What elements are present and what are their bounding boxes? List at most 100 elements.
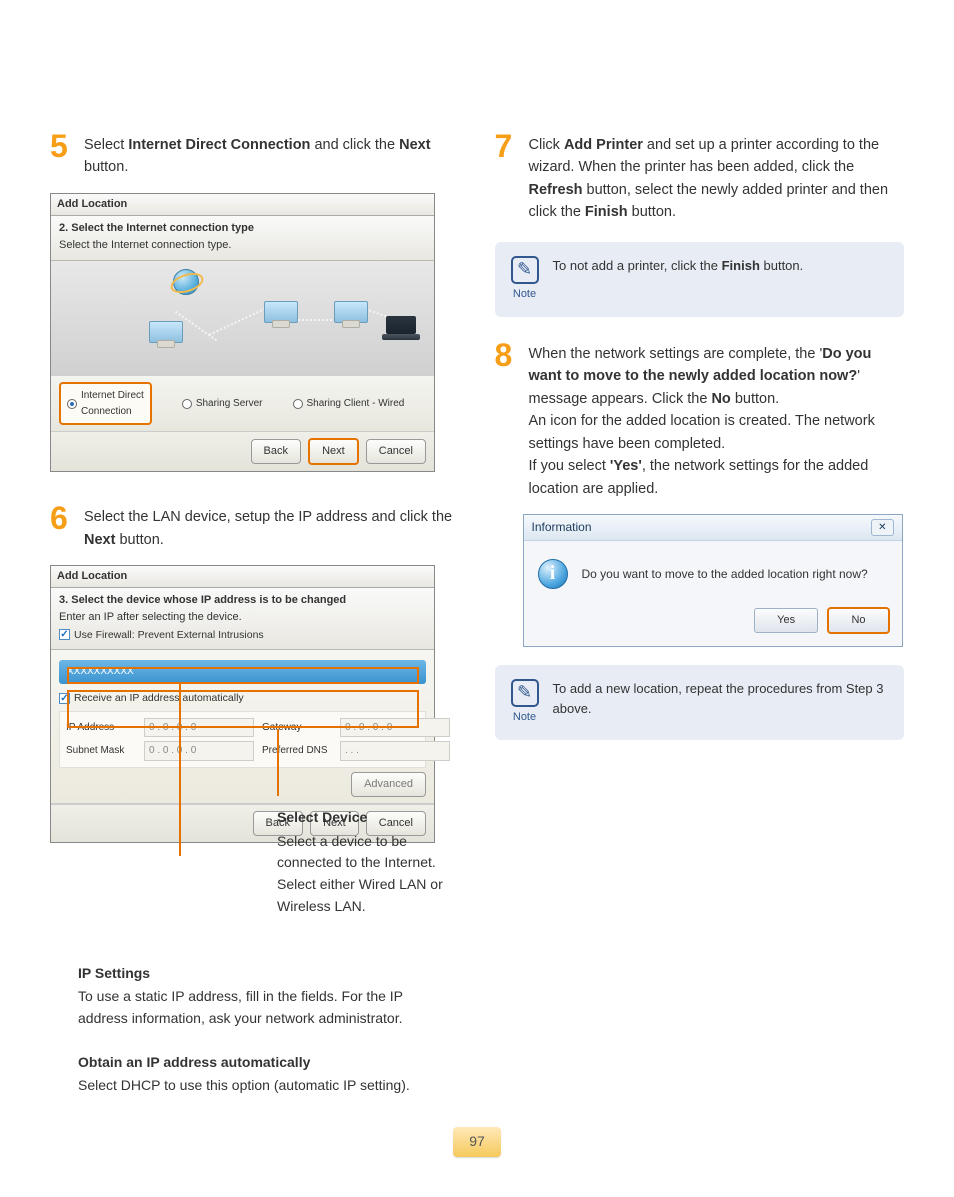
page-number: 97: [453, 1127, 501, 1157]
t: button, select the newly added printer a…: [529, 182, 889, 220]
wizard-step-desc: Enter an IP after selecting the device.: [59, 609, 426, 626]
info-icon: i: [538, 559, 568, 589]
step-7-number: 7: [495, 130, 519, 224]
callout-leader-line: [179, 682, 181, 856]
next-button[interactable]: Next: [308, 438, 359, 465]
t: To not add a printer, click the: [553, 258, 722, 273]
info-message: Do you want to move to the added locatio…: [582, 565, 868, 584]
step-5-number: 5: [50, 130, 74, 179]
t: Next: [84, 532, 115, 548]
t: Finish: [585, 204, 628, 220]
pc-icon: [331, 301, 371, 335]
note-icon: ✎ Note: [511, 256, 539, 303]
note-box: ✎ Note To not add a printer, click the F…: [495, 242, 905, 317]
note-label: Note: [511, 286, 539, 303]
step-6-number: 6: [50, 502, 74, 551]
t: 'Yes': [610, 458, 642, 474]
info-footer: Yes No: [524, 599, 902, 646]
wizard-title: Add Location: [51, 566, 434, 588]
t: button.: [731, 391, 779, 407]
step-6: 6 Select the LAN device, setup the IP ad…: [50, 502, 460, 551]
wizard-step-title: 3. Select the device whose IP address is…: [59, 592, 426, 609]
information-dialog: Information ✕ i Do you want to move to t…: [523, 514, 903, 647]
yes-button[interactable]: Yes: [754, 608, 818, 633]
t: Add Printer: [564, 137, 643, 153]
info-titlebar: Information ✕: [524, 515, 902, 541]
t: Connection: [81, 406, 132, 417]
wizard-subheader: 3. Select the device whose IP address is…: [51, 588, 434, 650]
wizard-footer: Back Next Cancel: [51, 431, 434, 471]
radio-icon: [293, 399, 303, 409]
t: If you select: [529, 458, 610, 474]
annot-ip-settings: IP Settings To use a static IP address, …: [78, 963, 430, 1030]
lbl-dns: Preferred DNS: [262, 743, 332, 759]
t: Select the LAN device, setup the IP addr…: [84, 509, 452, 525]
option-sharing-server[interactable]: Sharing Server: [182, 396, 263, 412]
option-internet-direct[interactable]: Internet Direct Connection: [59, 382, 152, 425]
wizard-topology: [51, 261, 434, 376]
t: button.: [628, 204, 676, 220]
t: To use a static IP address, fill in the …: [78, 986, 430, 1029]
option-sharing-client-wired[interactable]: Sharing Client - Wired: [293, 396, 405, 412]
laptop-icon: [381, 316, 421, 342]
step-7-text: Click Add Printer and set up a printer a…: [529, 130, 905, 224]
t: Select: [84, 137, 128, 153]
wizard-options: Internet Direct Connection Sharing Server…: [51, 376, 434, 431]
annot-auto-ip: Obtain an IP address automatically Selec…: [78, 1052, 430, 1097]
t: No: [711, 391, 730, 407]
close-button[interactable]: ✕: [871, 519, 893, 537]
wizard6-frame: Add Location 3. Select the device whose …: [50, 565, 435, 843]
t: Select a device to be connected to the I…: [277, 831, 467, 918]
t: When the network settings are complete, …: [529, 346, 823, 362]
info-title-text: Information: [532, 518, 592, 537]
t: Internet Direct Connection: [128, 137, 310, 153]
t: Internet Direct: [81, 390, 144, 401]
dns-field[interactable]: . . .: [340, 741, 450, 761]
radio-icon: [182, 399, 192, 409]
wizard-step-desc: Select the Internet connection type.: [59, 237, 426, 254]
step-8: 8 When the network settings are complete…: [495, 339, 905, 500]
step-8-text: When the network settings are complete, …: [529, 339, 905, 500]
internet-icon: [173, 269, 199, 295]
t: Select Device: [277, 807, 467, 829]
info-body: i Do you want to move to the added locat…: [524, 541, 902, 599]
t: Finish: [722, 258, 760, 273]
t: Sharing Server: [196, 396, 263, 412]
left-column: 5 Select Internet Direct Connection and …: [50, 130, 460, 1097]
pencil-icon: ✎: [511, 256, 539, 284]
callout-leader-line: [277, 729, 279, 796]
step-8-number: 8: [495, 339, 519, 500]
firewall-checkbox[interactable]: ✓Use Firewall: Prevent External Intrusio…: [59, 627, 264, 643]
t: button.: [760, 258, 803, 273]
back-button[interactable]: Back: [251, 439, 301, 464]
cancel-button[interactable]: Cancel: [366, 439, 426, 464]
wizard-step-title: 2. Select the Internet connection type: [59, 220, 426, 237]
radio-icon: [67, 399, 77, 409]
pc-icon: [146, 321, 186, 355]
note-text: To not add a printer, click the Finish b…: [553, 256, 804, 276]
step-5-text: Select Internet Direct Connection and cl…: [84, 130, 460, 179]
t: Use Firewall: Prevent External Intrusion…: [74, 627, 264, 643]
t: IP Settings: [78, 963, 430, 985]
t: Click: [529, 137, 564, 153]
add-location-wizard-step2: Add Location 2. Select the Internet conn…: [50, 193, 435, 472]
t: button.: [115, 532, 163, 548]
step-5: 5 Select Internet Direct Connection and …: [50, 130, 460, 179]
wizard-subheader: 2. Select the Internet connection type S…: [51, 216, 434, 261]
t: Next: [399, 137, 430, 153]
t: and click the: [310, 137, 399, 153]
note-box: ✎ Note To add a new location, repeat the…: [495, 665, 905, 740]
advanced-button[interactable]: Advanced: [351, 772, 426, 797]
right-column: 7 Click Add Printer and set up a printer…: [495, 130, 905, 1097]
wizard-title: Add Location: [51, 194, 434, 216]
note-icon: ✎ Note: [511, 679, 539, 726]
pencil-icon: ✎: [511, 679, 539, 707]
no-button[interactable]: No: [827, 607, 889, 634]
subnet-mask-field[interactable]: 0 . 0 . 0 . 0: [144, 741, 254, 761]
note-text: To add a new location, repeat the proced…: [553, 679, 889, 719]
t: Sharing Client - Wired: [307, 396, 405, 412]
callout-box-device: [67, 667, 419, 684]
t: Select DHCP to use this option (automati…: [78, 1075, 430, 1097]
t: Obtain an IP address automatically: [78, 1052, 430, 1074]
callout-box-ip: [67, 690, 419, 728]
